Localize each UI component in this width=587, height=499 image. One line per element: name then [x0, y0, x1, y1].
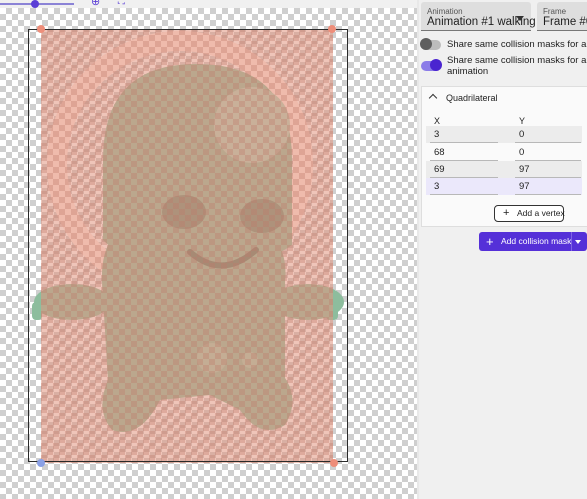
animation-select-label: Animation: [427, 7, 463, 16]
chevron-down-icon[interactable]: [575, 240, 581, 244]
mask-shape-title: Quadrilateral: [446, 93, 498, 103]
chevron-down-icon: [516, 16, 524, 21]
plus-icon: +: [486, 234, 494, 249]
vertex-x-input[interactable]: 68: [434, 147, 445, 158]
vertex-x-input[interactable]: 3: [434, 129, 439, 140]
zoom-in-icon[interactable]: ⊕: [91, 0, 103, 8]
mask-vertex-2[interactable]: [328, 25, 336, 33]
toggle-share-all-sprites[interactable]: [421, 59, 442, 72]
plus-icon: +: [503, 207, 510, 219]
vertex-row-selected: [426, 178, 582, 195]
column-header-y: Y: [519, 116, 526, 126]
mask-vertex-1[interactable]: [37, 25, 45, 33]
sprite-frame-border: [28, 29, 348, 462]
toggle-share-all-animations[interactable]: [420, 38, 441, 51]
toggle-share-all-sprites-label: Share same collision masks for all sprit…: [447, 55, 587, 77]
vertex-x-input[interactable]: 69: [434, 164, 445, 175]
vertex-row: [426, 126, 582, 143]
vertex-row: [426, 144, 582, 161]
add-vertex-button[interactable]: + Add a vertex: [494, 205, 565, 222]
split-divider: [571, 232, 572, 251]
add-vertex-label: Add a vertex: [517, 208, 565, 218]
vertex-x-input[interactable]: 3: [434, 181, 439, 192]
zoom-slider-thumb[interactable]: [31, 0, 39, 8]
animation-select[interactable]: Animation Animation #1 walking: [421, 2, 536, 31]
toggle-share-all-animations-label: Share same collision masks for all anima…: [447, 39, 587, 50]
add-collision-mask-label: Add collision mask: [501, 236, 572, 246]
add-collision-mask-button[interactable]: + Add collision mask: [479, 232, 587, 251]
vertex-y-input[interactable]: 0: [519, 147, 524, 158]
frame-select-value: Frame #0: [543, 16, 587, 28]
toggle-share-all-sprites-label-line1: Share same collision masks for all sprit…: [447, 55, 587, 66]
chevron-up-icon[interactable]: [428, 93, 438, 103]
vertex-y-input[interactable]: 0: [519, 129, 524, 140]
frame-select-label: Frame: [543, 7, 567, 16]
column-header-x: X: [434, 116, 441, 126]
vertex-y-input[interactable]: 97: [519, 164, 530, 175]
vertex-y-input[interactable]: 97: [519, 181, 530, 192]
vertex-row: [426, 161, 582, 178]
mask-vertex-3[interactable]: [330, 459, 338, 467]
frame-select[interactable]: Frame Frame #0: [537, 2, 587, 31]
toggle-share-all-sprites-label-line2: animation: [447, 66, 489, 77]
fit-screen-icon[interactable]: ⛶: [118, 0, 128, 7]
mask-vertex-4[interactable]: [37, 459, 45, 467]
